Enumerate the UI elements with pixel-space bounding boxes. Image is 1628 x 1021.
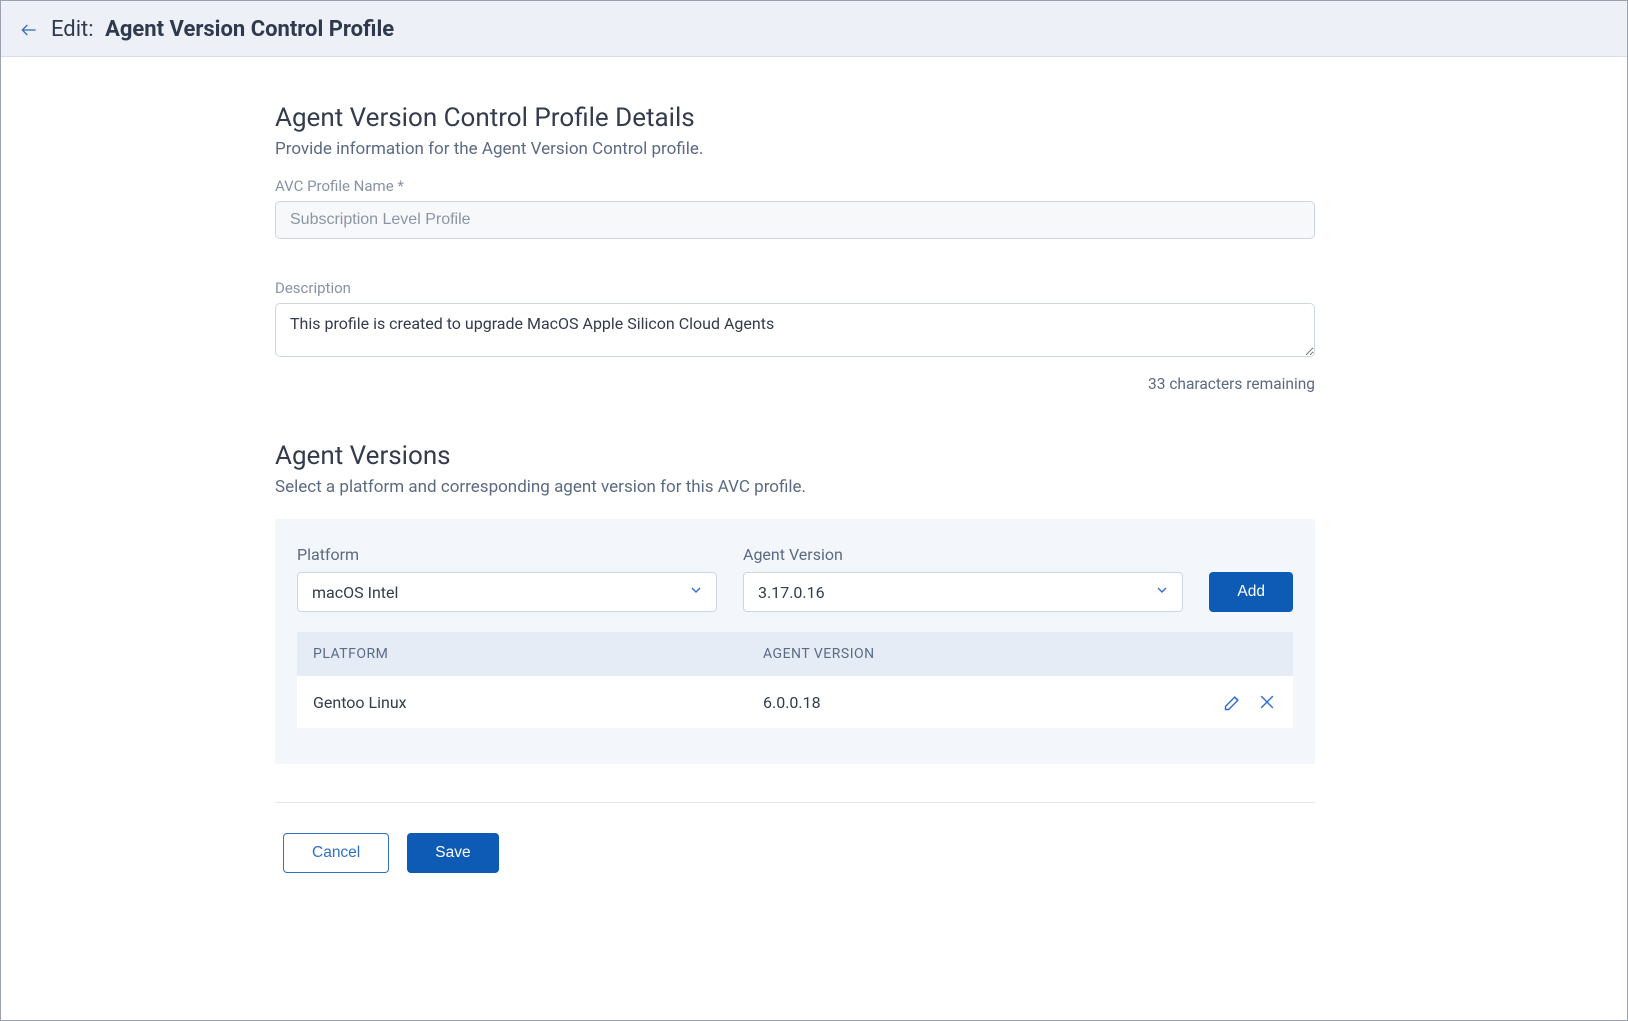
profile-name-label: AVC Profile Name *: [275, 177, 1315, 195]
page-title-value: Agent Version Control Profile: [105, 17, 394, 42]
page-header: Edit: Agent Version Control Profile: [1, 1, 1627, 57]
platform-select-value: macOS Intel: [312, 583, 398, 602]
agent-versions-heading: Agent Versions: [275, 441, 1315, 471]
agent-version-label: Agent Version: [743, 545, 1183, 564]
add-button[interactable]: Add: [1209, 572, 1293, 612]
agent-versions-table: PLATFORM AGENT VERSION Gentoo Linux 6.0.…: [297, 632, 1293, 728]
save-button[interactable]: Save: [407, 833, 498, 873]
separator: [275, 802, 1315, 803]
details-subheading: Provide information for the Agent Versio…: [275, 139, 1315, 159]
main-card: Agent Version Control Profile Details Pr…: [9, 61, 1619, 1020]
agent-versions-panel: Platform macOS Intel Agent Version: [275, 519, 1315, 764]
page-title: Edit: Agent Version Control Profile: [51, 17, 394, 42]
back-arrow-icon[interactable]: [19, 20, 39, 40]
chevron-down-icon: [688, 582, 704, 602]
platform-select[interactable]: macOS Intel: [297, 572, 717, 612]
agent-version-select-value: 3.17.0.16: [758, 583, 825, 602]
edit-icon[interactable]: [1223, 692, 1243, 712]
row-version: 6.0.0.18: [763, 693, 1197, 712]
characters-remaining: 33 characters remaining: [275, 375, 1315, 393]
agent-version-select[interactable]: 3.17.0.16: [743, 572, 1183, 612]
column-header-version: AGENT VERSION: [763, 646, 1197, 662]
cancel-button[interactable]: Cancel: [283, 833, 389, 873]
page-title-prefix: Edit:: [51, 17, 94, 42]
platform-label: Platform: [297, 545, 717, 564]
agent-versions-subheading: Select a platform and corresponding agen…: [275, 477, 1315, 497]
delete-icon[interactable]: [1257, 692, 1277, 712]
chevron-down-icon: [1154, 582, 1170, 602]
profile-name-input: [275, 201, 1315, 239]
column-header-platform: PLATFORM: [313, 646, 763, 662]
description-textarea[interactable]: This profile is created to upgrade MacOS…: [275, 303, 1315, 357]
table-row: Gentoo Linux 6.0.0.18: [297, 676, 1293, 728]
details-heading: Agent Version Control Profile Details: [275, 103, 1315, 133]
description-label: Description: [275, 279, 1315, 297]
row-platform: Gentoo Linux: [313, 693, 763, 712]
